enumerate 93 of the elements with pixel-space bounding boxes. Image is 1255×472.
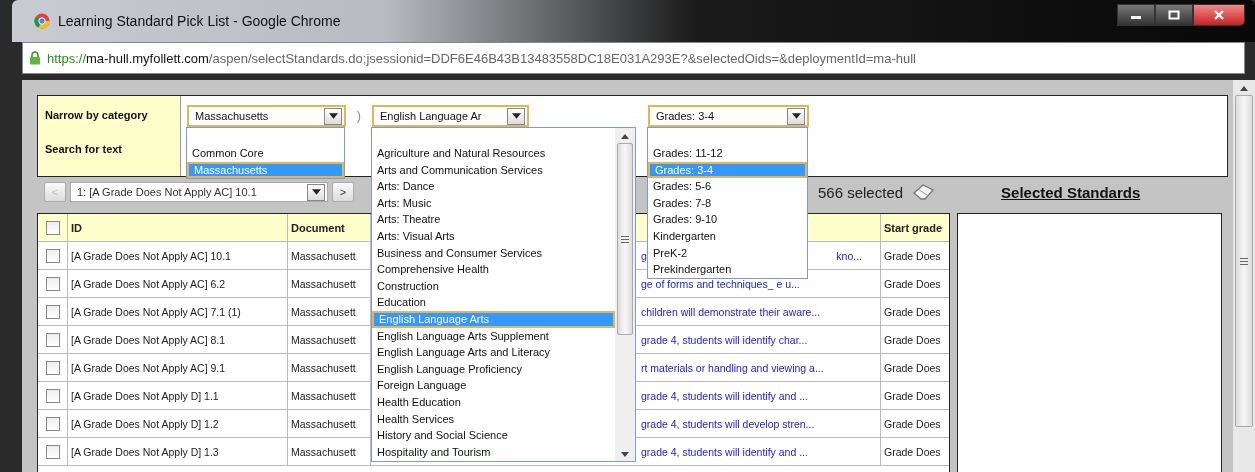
description-link[interactable]: ge of forms and techniques_ e u... (641, 277, 800, 290)
grip-icon (621, 235, 629, 243)
maximize-icon (1168, 10, 1180, 20)
close-icon (1213, 10, 1225, 20)
dropdown-option[interactable]: Arts: Theatre (372, 211, 615, 228)
list-scrollbar[interactable] (615, 128, 635, 461)
table-cell-text: Grade Does (883, 388, 942, 404)
page-dropdown[interactable]: 1: [A Grade Does Not Apply AC] 10.1 (70, 182, 328, 202)
table-cell-text: Grade Does (883, 304, 942, 320)
description-link[interactable]: children will demonstrate their aware... (641, 305, 821, 318)
eraser-icon[interactable] (913, 184, 936, 200)
dropdown-option[interactable]: English Language Proficiency (372, 360, 615, 378)
column-header[interactable]: Start grade (881, 214, 949, 241)
dropdown-option[interactable]: History and Social Science (372, 427, 615, 444)
caret-icon (324, 107, 342, 125)
lock-icon (29, 51, 41, 65)
row-checkbox[interactable] (45, 388, 60, 403)
row-checkbox[interactable] (45, 444, 60, 459)
dropdown-option[interactable]: PreK-2 (648, 244, 807, 262)
category-dropdown[interactable]: Grades: 3-4 (648, 105, 809, 127)
table-cell-text: Grade Does (883, 360, 942, 376)
dropdown-option[interactable]: Arts: Visual Arts (372, 227, 615, 245)
next-button[interactable]: > (332, 182, 354, 202)
caret-icon (507, 107, 525, 125)
table-cell: [A Grade Does Not Apply AC] 10.1 (68, 242, 288, 269)
dropdown-option[interactable]: Kindergarten (648, 227, 807, 245)
table-cell: [A Grade Does Not Apply AC] 6.2 (68, 270, 288, 297)
minimize-button[interactable] (1117, 4, 1155, 26)
row-checkbox[interactable] (45, 360, 60, 375)
scroll-down-icon[interactable] (621, 452, 629, 457)
grip-icon (1240, 257, 1248, 265)
selected-count: 566 selected (818, 183, 904, 201)
selected-standards-title: Selected Standards (1001, 183, 1141, 201)
dropdown-option[interactable]: Grades: 5-6 (648, 178, 807, 195)
dropdown-option[interactable]: Arts and Communication Services (372, 161, 615, 179)
dropdown-option[interactable]: Common Core (187, 145, 344, 162)
table-cell: [A Grade Does Not Apply D] 1.3 (68, 438, 288, 465)
dropdown-option[interactable]: Construction (372, 277, 615, 295)
table-cell-text: Grade Does (883, 416, 942, 432)
table-cell: [A Grade Does Not Apply AC] 9.1 (68, 354, 288, 381)
row-checkbox[interactable] (45, 332, 60, 347)
row-checkbox[interactable] (45, 276, 60, 291)
dropdown-option[interactable]: Arts: Dance (372, 178, 615, 195)
table-cell-text: Grade Does (883, 276, 942, 292)
table-cell: [A Grade Does Not Apply AC] 8.1 (68, 326, 288, 353)
dropdown-option[interactable]: Grades: 7-8 (648, 194, 807, 212)
table-cell-text: Grade Does (883, 444, 942, 460)
page-scrollbar[interactable] (1233, 80, 1255, 472)
dropdown-option[interactable]: Grades: 11-12 (648, 145, 807, 162)
category-dropdown[interactable]: English Language Ar (372, 105, 529, 127)
narrow-label: Narrow by category (45, 109, 149, 121)
caret-icon (787, 107, 805, 125)
search-label: Search for text (45, 143, 124, 155)
caret-icon (307, 183, 325, 201)
row-checkbox[interactable] (45, 416, 60, 431)
description-link[interactable]: grade 4, students will develop stren... (641, 417, 815, 430)
dropdown-option[interactable]: Arts: Music (372, 194, 615, 212)
table-cell-text: Grade Does (883, 332, 942, 348)
separator-mark: ) (355, 107, 363, 125)
dropdown-option[interactable]: English Language Arts and Literacy (372, 344, 615, 361)
description-link[interactable]: g (641, 249, 647, 262)
window-title: Learning Standard Pick List - Google Chrome (58, 13, 341, 29)
row-checkbox[interactable] (45, 248, 60, 263)
table-cell: [A Grade Does Not Apply AC] 7.1 (1) (68, 298, 288, 325)
dropdown-option[interactable]: Health Education (372, 393, 615, 411)
dropdown-option[interactable]: Health Services (372, 410, 615, 428)
row-checkbox[interactable] (45, 304, 60, 319)
table-cell-text: Grade Does (883, 248, 942, 264)
table-cell: [A Grade Does Not Apply D] 1.2 (68, 410, 288, 437)
scroll-up-icon[interactable] (621, 134, 629, 139)
dropdown-option[interactable]: Foreign Language (372, 377, 615, 394)
close-button[interactable] (1193, 4, 1245, 26)
column-header[interactable]: ID (68, 214, 288, 241)
dropdown-option[interactable]: Agriculture and Natural Resources (372, 145, 615, 162)
scroll-up-icon[interactable] (1240, 86, 1248, 91)
dropdown-option[interactable]: Comprehensive Health (372, 261, 615, 278)
description-link[interactable]: grade 4, students will identify and ... (641, 445, 808, 458)
category-dropdown[interactable]: Massachusetts (187, 105, 346, 127)
address-bar[interactable]: https://ma-hull.myfollett.com/aspen/selectStandards.do;jsessionid=DDF6E46B43B13483558DC18E031A293E?&selectedOids=&deploymentId=ma-hull (22, 42, 1245, 74)
description-link[interactable]: grade 4, students will identify and ... (641, 389, 808, 402)
description-link[interactable]: rt materials or handling and viewing a... (641, 361, 824, 374)
select-all-checkbox[interactable] (45, 220, 60, 235)
dropdown-option[interactable]: Grades: 9-10 (648, 211, 807, 228)
browser-logo-icon (34, 13, 50, 29)
dropdown-option[interactable]: Business and Consumer Services (372, 244, 615, 262)
description-link[interactable]: kno... (836, 249, 880, 262)
dropdown-option[interactable]: Prekindergarten (648, 261, 807, 278)
table-cell: [A Grade Does Not Apply D] 1.1 (68, 382, 288, 409)
dropdown-option[interactable]: English Language Arts Supplement (372, 327, 615, 345)
dropdown-option[interactable]: Education (372, 294, 615, 311)
maximize-button[interactable] (1155, 4, 1193, 26)
description-link[interactable]: grade 4, students will identify char... (641, 333, 808, 346)
dropdown-option[interactable]: Hospitality and Tourism (372, 443, 615, 461)
